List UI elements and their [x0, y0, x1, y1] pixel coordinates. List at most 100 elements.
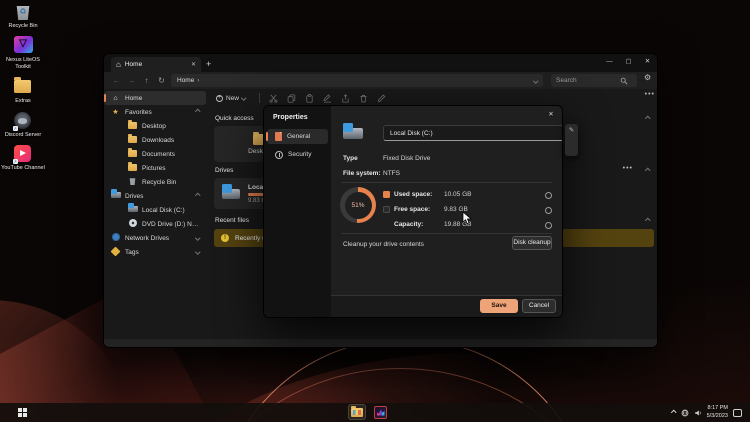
- taskbar-file-explorer[interactable]: [348, 404, 366, 420]
- capacity-row: Capacity: 19.88 GB: [383, 221, 471, 228]
- new-button[interactable]: + New: [212, 93, 250, 104]
- desktop-icon-label: Extras: [15, 97, 31, 104]
- tab-bar: ⌂ Home ✕ + — ▢ ✕: [104, 54, 657, 72]
- sidebar-item-dvd-drive-d[interactable]: DVD Drive (D:) Nexus.Lit: [104, 217, 206, 231]
- info-icon[interactable]: [545, 207, 552, 214]
- chevron-up-icon[interactable]: [194, 109, 200, 115]
- star-icon: ★: [112, 109, 119, 116]
- more-options-icon[interactable]: •••: [623, 165, 633, 172]
- sidebar-section-label: Tags: [125, 248, 139, 256]
- tab-home[interactable]: ⌂ Home ✕: [111, 57, 201, 72]
- dialog-close-icon[interactable]: ✕: [544, 109, 558, 121]
- disk-cleanup-button[interactable]: Disk cleanup: [512, 236, 552, 250]
- filesystem-label: File system:: [343, 170, 381, 177]
- refresh-icon[interactable]: ↻: [154, 76, 169, 85]
- sidebar-item-recycle-bin[interactable]: Recycle Bin: [104, 175, 206, 189]
- sidebar-section-drives[interactable]: Drives: [104, 189, 206, 203]
- minimize-button[interactable]: —: [600, 54, 619, 71]
- sidebar-item-label: DVD Drive (D:) Nexus.Lit: [142, 220, 199, 228]
- dialog-tab-panel: Properties General Security: [264, 106, 331, 317]
- drive-name-input[interactable]: [383, 125, 562, 141]
- maximize-button[interactable]: ▢: [619, 54, 638, 71]
- back-icon[interactable]: ←: [109, 76, 124, 85]
- sidebar-item-local-disk-c[interactable]: Local Disk (C:): [104, 203, 206, 217]
- search-box[interactable]: [551, 74, 637, 87]
- windows-start-icon[interactable]: [18, 408, 27, 417]
- sidebar-item-pictures[interactable]: Pictures: [104, 161, 206, 175]
- desktop-icon-discord[interactable]: Discord Server: [0, 111, 46, 139]
- share-icon[interactable]: [341, 93, 350, 103]
- sidebar-section-tags[interactable]: Tags: [104, 245, 206, 259]
- sidebar-item-documents[interactable]: Documents: [104, 147, 206, 161]
- sidebar-section-network-drives[interactable]: Network Drives: [104, 231, 206, 245]
- pencil-icon: ✎: [568, 127, 575, 134]
- shortcut-arrow-icon: [12, 159, 18, 165]
- chevron-down-icon[interactable]: [194, 249, 200, 255]
- folder-icon: [128, 148, 137, 157]
- chevron-down-icon[interactable]: [532, 78, 538, 83]
- clock-date: 5/3/2023: [706, 412, 728, 419]
- up-icon[interactable]: ↑: [139, 76, 154, 85]
- desktop-icon-extras[interactable]: Extras: [0, 77, 46, 105]
- folder-icon: [128, 120, 137, 129]
- info-icon[interactable]: [545, 192, 552, 199]
- free-space-row: Free space: 9.83 GB: [383, 206, 468, 213]
- chevron-up-icon[interactable]: [644, 116, 650, 122]
- chevron-up-icon[interactable]: [194, 193, 200, 199]
- action-center-icon[interactable]: [733, 408, 742, 417]
- taskbar-clock[interactable]: 8:17 PM 5/3/2023: [707, 405, 728, 419]
- nexus-toolkit-icon: [13, 35, 33, 53]
- new-button-label: New: [226, 94, 240, 102]
- edit-icon[interactable]: [377, 94, 386, 103]
- desktop-icon-recycle-bin[interactable]: Recycle Bin: [0, 2, 46, 30]
- sidebar-item-home[interactable]: ⌂ Home: [104, 91, 206, 105]
- taskbar-nexus-toolkit[interactable]: [371, 404, 389, 420]
- folder-icon: [13, 77, 31, 93]
- sidebar-item-label: Home: [125, 94, 143, 102]
- chevron-down-icon[interactable]: [194, 235, 200, 241]
- forward-icon[interactable]: →: [124, 76, 139, 85]
- close-button[interactable]: ✕: [638, 54, 657, 71]
- delete-icon[interactable]: [359, 94, 368, 103]
- desktop-icon-youtube[interactable]: YouTube Channel: [0, 144, 46, 172]
- sidebar: ⌂ Home ★ Favorites Desktop Downloads Doc…: [104, 89, 206, 339]
- cut-icon[interactable]: [269, 94, 278, 103]
- rename-icon[interactable]: [322, 93, 332, 103]
- dialog-tab-general[interactable]: General: [266, 129, 328, 144]
- paste-icon[interactable]: [305, 93, 314, 103]
- search-input[interactable]: [556, 77, 620, 84]
- copy-icon[interactable]: [287, 93, 296, 103]
- dialog-tab-security[interactable]: Security: [267, 147, 328, 162]
- cleanup-label: Cleanup your drive contents: [343, 241, 424, 248]
- tab-close-icon[interactable]: ✕: [191, 61, 196, 68]
- recycle-bin-icon: [16, 6, 30, 20]
- chevron-up-icon[interactable]: [644, 218, 650, 224]
- home-icon: ⌂: [113, 94, 118, 102]
- breadcrumb[interactable]: Home: [177, 77, 194, 84]
- nexus-toolkit-icon: [373, 405, 387, 419]
- sidebar-item-downloads[interactable]: Downloads: [104, 133, 206, 147]
- gear-icon[interactable]: ⚙: [644, 73, 651, 82]
- tray-chevron-up-icon[interactable]: [671, 410, 677, 415]
- used-space-value: 10.05 GB: [444, 191, 472, 198]
- save-button[interactable]: Save: [480, 299, 518, 313]
- window-controls: — ▢ ✕: [600, 54, 657, 71]
- info-icon[interactable]: [545, 222, 552, 229]
- network-icon[interactable]: [681, 409, 689, 417]
- cancel-button[interactable]: Cancel: [522, 299, 556, 313]
- sidebar-section-favorites[interactable]: ★ Favorites: [104, 105, 206, 119]
- mouse-cursor: [462, 211, 472, 225]
- dialog-title: Properties: [273, 114, 308, 121]
- chevron-up-icon[interactable]: [644, 168, 650, 174]
- edit-flyout[interactable]: ✎: [565, 124, 578, 156]
- desktop-icon-nexus-toolkit[interactable]: Nexus LiteOS Toolkit: [0, 35, 46, 71]
- new-tab-button[interactable]: +: [206, 58, 211, 71]
- sidebar-item-label: Recycle Bin: [142, 178, 177, 186]
- clock-time: 8:17 PM: [707, 405, 728, 412]
- volume-icon[interactable]: [694, 409, 702, 417]
- sidebar-item-desktop[interactable]: Desktop: [104, 119, 206, 133]
- system-tray: 8:17 PM 5/3/2023: [671, 403, 742, 422]
- more-options-icon[interactable]: •••: [645, 91, 655, 98]
- home-icon: ⌂: [116, 60, 121, 69]
- address-bar[interactable]: Home ›: [171, 74, 543, 87]
